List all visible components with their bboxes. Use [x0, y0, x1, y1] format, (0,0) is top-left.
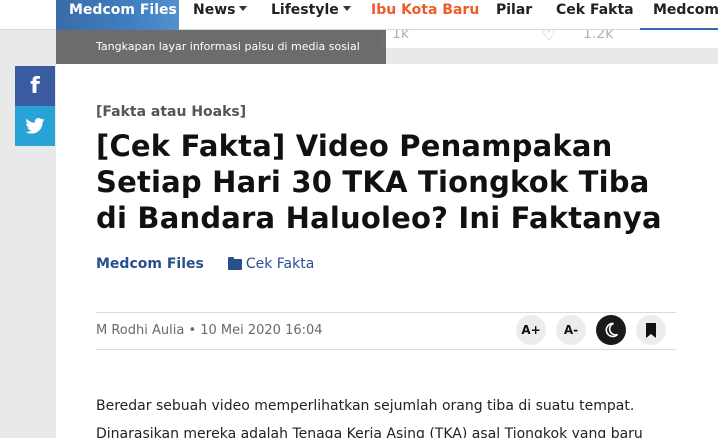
moon-icon — [605, 322, 619, 338]
article-paragraph: Beredar sebuah video memperlihatkan seju… — [96, 398, 635, 414]
nav-lifestyle-label: Lifestyle — [271, 2, 339, 18]
ghost-stat: 1k — [392, 30, 410, 42]
reading-tools: A+ A- — [516, 315, 666, 345]
bookmark-icon — [646, 322, 656, 338]
chevron-down-icon — [342, 5, 351, 11]
article-kicker: [Fakta atau Hoaks] — [96, 104, 247, 120]
article-paragraph: Dinarasikan mereka adalah Tenaga Kerja A… — [96, 426, 643, 438]
heart-icon: ♡ — [542, 30, 556, 44]
font-decrease-button[interactable]: A- — [556, 315, 586, 345]
image-caption: Tangkapan layar informasi palsu di media… — [56, 30, 386, 64]
divider — [96, 312, 676, 313]
ghost-stat: 1.2k — [583, 30, 614, 42]
font-increase-button[interactable]: A+ — [516, 315, 546, 345]
category-label: Cek Fakta — [245, 256, 315, 272]
nav-medcom-files[interactable]: Medcom Files — [56, 0, 179, 30]
twitter-icon — [25, 118, 45, 134]
nav-ibu-kota-baru[interactable]: Ibu Kota Baru — [371, 0, 479, 30]
nav-lifestyle[interactable]: Lifestyle — [271, 0, 351, 30]
author-date: M Rodhi Aulia • 10 Mei 2020 16:04 — [96, 323, 323, 338]
nav-news-label: News — [193, 2, 236, 18]
bookmark-button[interactable] — [636, 315, 666, 345]
chevron-down-icon — [239, 5, 248, 11]
channel-link[interactable]: Medcom Files — [96, 256, 204, 272]
top-navbar: Medcom Files News Lifestyle Ibu Kota Bar… — [0, 0, 718, 30]
dark-mode-button[interactable] — [596, 315, 626, 345]
facebook-share-button[interactable]: f — [15, 66, 55, 106]
category-link[interactable]: Cek Fakta — [227, 256, 315, 272]
nav-cek-fakta[interactable]: Cek Fakta — [556, 0, 634, 30]
nav-medcom[interactable]: Medcom — [640, 0, 718, 30]
ghost-stats-strip: 124 1k ♡ 1.2k — [380, 30, 718, 48]
article-meta: Medcom Files Cek Fakta — [96, 256, 314, 272]
facebook-icon: f — [30, 73, 40, 99]
nav-pilar[interactable]: Pilar — [496, 0, 532, 30]
article-title: [Cek Fakta] Video Penampakan Setiap Hari… — [96, 129, 662, 235]
folder-icon — [227, 256, 242, 270]
divider — [96, 349, 676, 350]
article-card: [Fakta atau Hoaks] [Cek Fakta] Video Pen… — [56, 64, 718, 438]
twitter-share-button[interactable] — [15, 106, 55, 146]
nav-news[interactable]: News — [193, 0, 248, 30]
